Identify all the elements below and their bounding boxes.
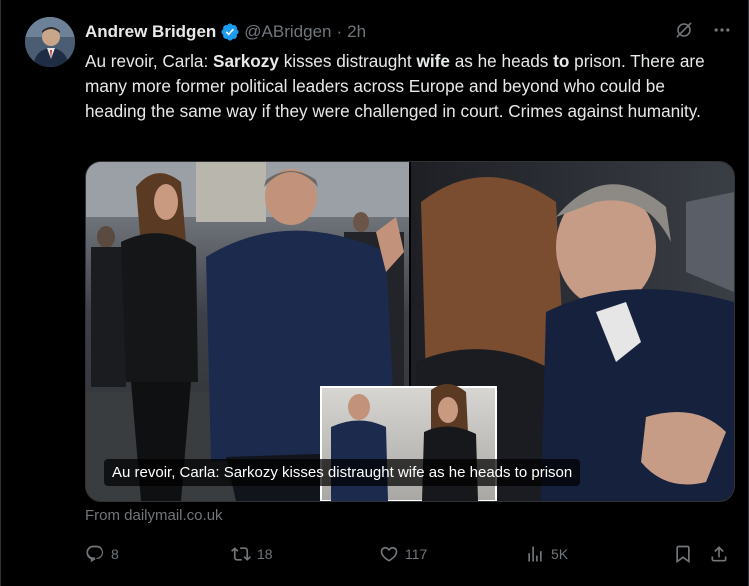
link-source[interactable]: From dailymail.co.uk [85, 507, 223, 524]
bookmark-button[interactable] [673, 540, 693, 568]
share-icon [711, 546, 727, 562]
avatar[interactable] [25, 17, 75, 67]
text-part: kisses distraught [278, 51, 417, 71]
post-text: Au revoir, Carla: Sarkozy kisses distrau… [85, 49, 730, 123]
like-count: 117 [405, 546, 428, 562]
author-name[interactable]: Andrew Bridgen [85, 22, 216, 42]
repost-button[interactable]: 18 [231, 540, 273, 568]
text-bold-to: to [553, 51, 570, 71]
text-bold-sarkozy: Sarkozy [213, 51, 279, 71]
card-caption: Au revoir, Carla: Sarkozy kisses distrau… [104, 459, 581, 486]
left-border [0, 0, 1, 586]
views-button[interactable]: 5K [525, 540, 568, 568]
text-part: as he heads [449, 51, 554, 71]
repost-count: 18 [257, 546, 273, 562]
more-icon[interactable] [711, 19, 733, 41]
header-actions [673, 19, 733, 41]
action-bar: 8 18 117 5K [85, 540, 735, 568]
heart-icon [380, 546, 398, 562]
like-button[interactable]: 117 [379, 540, 427, 568]
reply-button[interactable]: 8 [85, 540, 119, 568]
reply-icon [86, 545, 104, 563]
news-photo-collage [86, 162, 734, 501]
reply-count: 8 [111, 546, 119, 562]
text-part: Au revoir, Carla: [85, 51, 213, 71]
bookmark-icon [676, 545, 690, 564]
separator-dot: · [336, 22, 343, 41]
share-button[interactable] [709, 540, 729, 568]
post-time[interactable]: 2h [347, 22, 366, 42]
repost-icon [231, 547, 251, 561]
author-handle[interactable]: @ABridgen [244, 22, 331, 42]
text-bold-wife: wife [416, 51, 450, 71]
grok-icon[interactable] [673, 19, 695, 41]
link-card-image[interactable]: Au revoir, Carla: Sarkozy kisses distrau… [85, 161, 735, 502]
views-count: 5K [551, 546, 569, 562]
post-header: Andrew Bridgen @ABridgen · 2h [85, 21, 366, 43]
verified-badge-icon [221, 23, 239, 41]
views-icon [528, 546, 542, 562]
